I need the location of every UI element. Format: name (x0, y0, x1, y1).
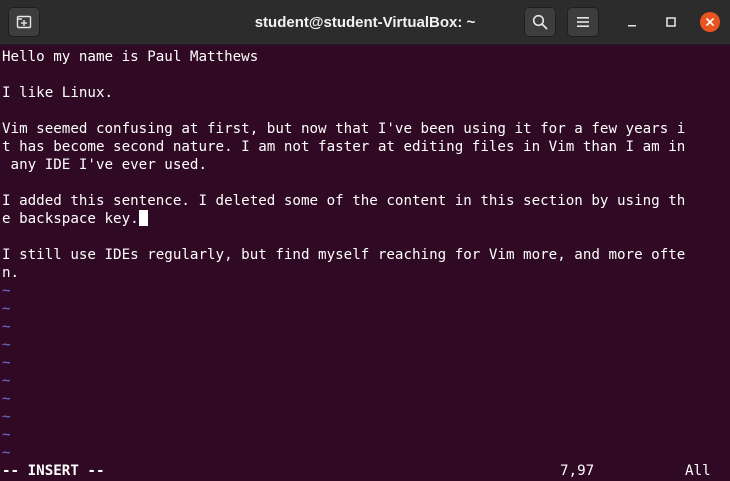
text-line: Hello my name is Paul Matthews (2, 49, 259, 65)
empty-line-tilde: ~ (2, 427, 11, 443)
text-line: any IDE I've ever used. (2, 157, 207, 173)
new-tab-icon (16, 15, 32, 29)
empty-line-tilde: ~ (2, 319, 11, 335)
text-line: Vim seemed confusing at first, but now t… (2, 121, 686, 137)
empty-line-tilde: ~ (2, 373, 11, 389)
text-line: t has become second nature. I am not fas… (2, 139, 686, 155)
text-line: I added this sentence. I deleted some of… (2, 193, 686, 209)
menu-button[interactable] (567, 7, 599, 37)
close-icon (700, 12, 720, 32)
terminal-area[interactable]: Hello my name is Paul Matthews I like Li… (0, 45, 730, 481)
search-button[interactable] (524, 7, 556, 37)
scroll-indicator: All (685, 463, 711, 479)
minimize-button[interactable] (621, 11, 643, 33)
empty-line-tilde: ~ (2, 283, 11, 299)
empty-line-tilde: ~ (2, 337, 11, 353)
minimize-icon (628, 25, 636, 27)
title-bar: student@student-VirtualBox: ~ (0, 0, 730, 45)
mode-indicator: -- INSERT -- (2, 463, 105, 479)
text-segment: e backspace key. (2, 211, 139, 227)
empty-line-tilde: ~ (2, 391, 11, 407)
scrollbar[interactable] (724, 45, 730, 481)
search-icon (532, 14, 548, 30)
text-cursor (138, 210, 148, 226)
text-line: n. (2, 265, 20, 281)
text-line: I still use IDEs regularly, but find mys… (2, 247, 686, 263)
empty-line-tilde: ~ (2, 301, 11, 317)
empty-line-tilde: ~ (2, 409, 11, 425)
empty-line-tilde: ~ (2, 355, 11, 371)
empty-line-tilde: ~ (2, 445, 11, 461)
hamburger-menu-icon (577, 17, 589, 27)
close-button[interactable] (699, 11, 721, 33)
text-line-with-cursor: e backspace key. (2, 210, 148, 228)
text-line: I like Linux. (2, 85, 114, 101)
maximize-button[interactable] (660, 11, 682, 33)
new-tab-button[interactable] (8, 7, 40, 37)
cursor-position: 7,97 (560, 463, 595, 479)
maximize-icon (666, 17, 676, 27)
